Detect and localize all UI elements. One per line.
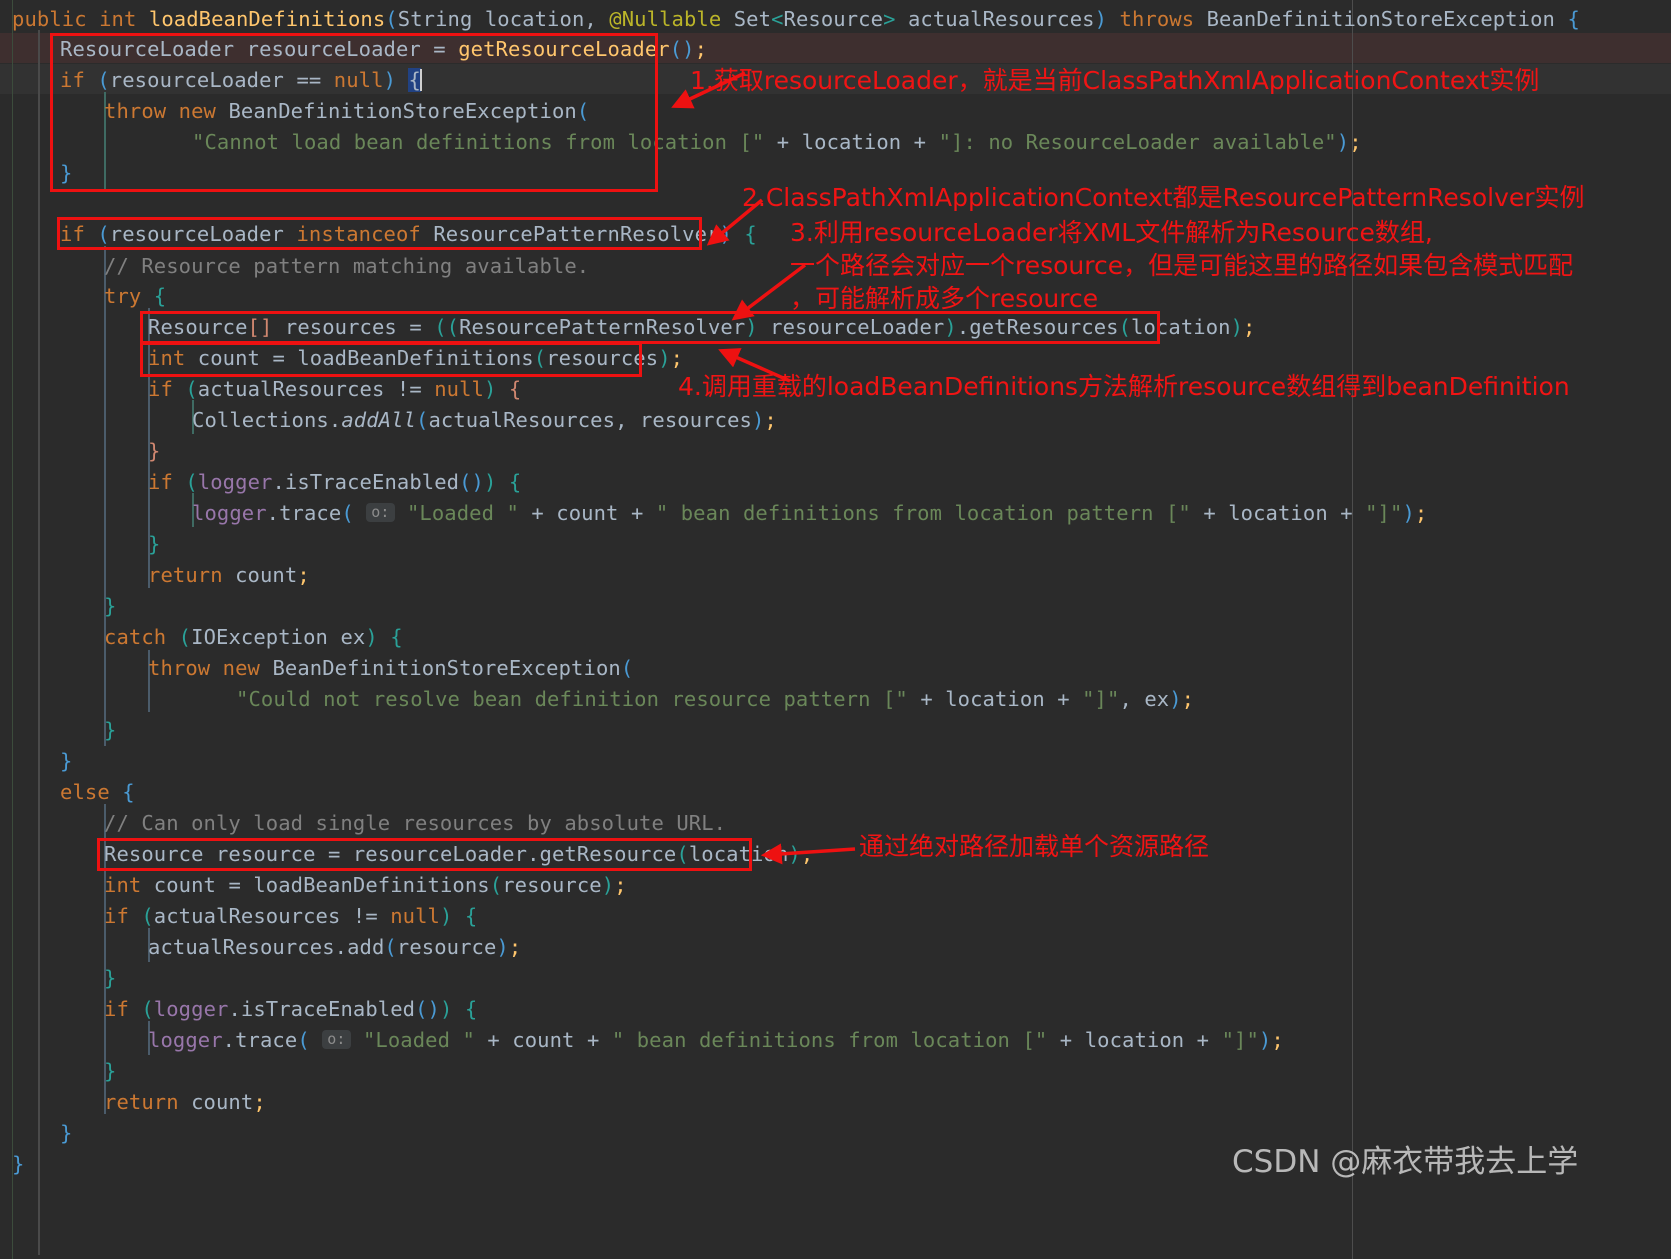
code-line[interactable]: Resource resource = resourceLoader.getRe… — [104, 839, 813, 869]
code-line[interactable]: ResourceLoader resourceLoader = getResou… — [60, 34, 707, 64]
code-line[interactable]: } — [12, 1149, 24, 1179]
code-line[interactable]: } — [104, 963, 116, 993]
code-line[interactable]: "Cannot load bean definitions from locat… — [192, 127, 1362, 157]
code-line[interactable]: if (actualResources != null) { — [104, 901, 477, 931]
annotation-note-5: 通过绝对路径加载单个资源路径 — [859, 832, 1210, 861]
code-line[interactable]: if (resourceLoader instanceof ResourcePa… — [60, 219, 757, 249]
code-line[interactable]: return count; — [104, 1087, 266, 1117]
inlay-hint-badge: o: — [366, 503, 395, 522]
code-line[interactable]: } — [148, 436, 160, 466]
code-line[interactable]: if (actualResources != null) { — [148, 374, 521, 404]
inlay-hint-badge: o: — [322, 1030, 351, 1049]
code-line[interactable]: } — [148, 529, 160, 559]
code-line[interactable]: } — [104, 591, 116, 621]
code-line[interactable]: } — [60, 1118, 72, 1148]
code-line[interactable]: int count = loadBeanDefinitions(resource… — [104, 870, 627, 900]
code-line[interactable]: } — [60, 158, 72, 188]
annotation-note-4: 4.调用重载的loadBeanDefinitions方法解析resource数组… — [678, 372, 1570, 401]
code-line[interactable]: try { — [104, 281, 166, 311]
annotation-note-1: 1.获取resourceLoader，就是当前ClassPathXmlAppli… — [690, 66, 1540, 95]
code-line[interactable]: if (logger.isTraceEnabled()) { — [104, 994, 477, 1024]
code-line[interactable]: Collections.addAll(actualResources, reso… — [192, 405, 777, 435]
annotation-note-2: 2.ClassPathXmlApplicationContext都是Resour… — [742, 183, 1585, 212]
code-line[interactable]: if (resourceLoader == null) { — [60, 65, 422, 95]
code-line[interactable]: } — [104, 1056, 116, 1086]
code-line[interactable]: throw new BeanDefinitionStoreException( — [104, 96, 589, 126]
code-line[interactable]: throw new BeanDefinitionStoreException( — [148, 653, 633, 683]
code-line[interactable]: else { — [60, 777, 135, 807]
code-line: // Resource pattern matching available. — [104, 254, 590, 278]
code-editor-screenshot: public int loadBeanDefinitions(String lo… — [0, 0, 1671, 1259]
code-line[interactable]: logger.trace( o: "Loaded " + count + " b… — [148, 1025, 1284, 1055]
code-line[interactable]: int count = loadBeanDefinitions(resource… — [148, 343, 683, 373]
code-line[interactable]: actualResources.add(resource); — [148, 932, 521, 962]
code-line[interactable]: Resource[] resources = ((ResourcePattern… — [148, 312, 1256, 342]
code-line[interactable]: logger.trace( o: "Loaded " + count + " b… — [192, 498, 1427, 528]
code-line[interactable]: } — [60, 746, 72, 776]
code-line[interactable]: public int loadBeanDefinitions(String lo… — [12, 4, 1580, 34]
code-line[interactable]: if (logger.isTraceEnabled()) { — [148, 467, 521, 497]
csdn-watermark: CSDN @麻衣带我去上学 — [1232, 1144, 1579, 1180]
code-line[interactable]: catch (IOException ex) { — [104, 622, 403, 652]
code-line: // Can only load single resources by abs… — [104, 811, 727, 835]
code-line[interactable]: } — [104, 715, 116, 745]
annotation-note-3: 3.利用resourceLoader将XML文件解析为Resource数组, 一… — [790, 218, 1574, 313]
code-line[interactable]: return count; — [148, 560, 310, 590]
code-line[interactable]: "Could not resolve bean definition resou… — [236, 684, 1194, 714]
